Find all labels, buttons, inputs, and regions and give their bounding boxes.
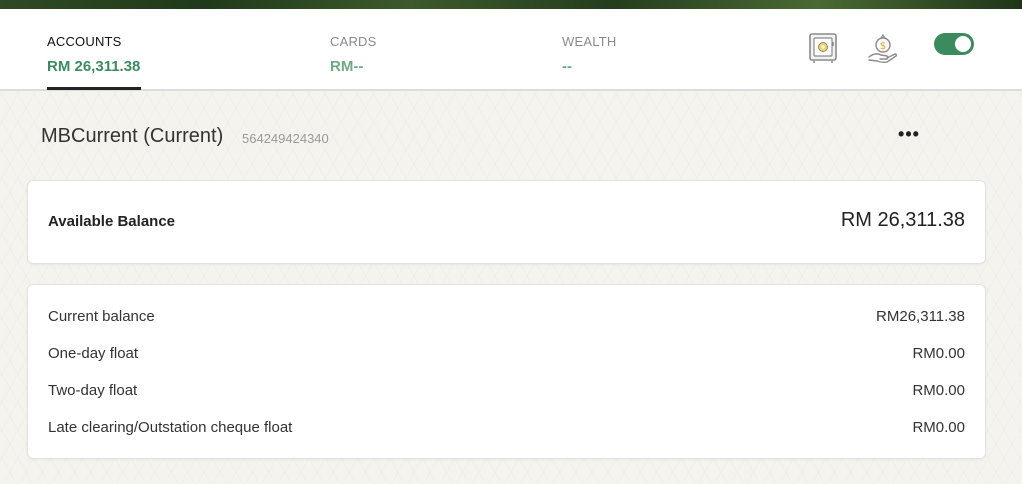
- tab-accounts-label: ACCOUNTS: [47, 34, 122, 49]
- toggle-knob: [955, 36, 971, 52]
- top-navigation-bar: ACCOUNTS RM 26,311.38 CARDS RM-- WEALTH …: [0, 9, 1022, 91]
- detail-row-one-day-float: One-day float RM0.00: [48, 345, 965, 367]
- tab-cards-label: CARDS: [330, 34, 377, 49]
- detail-value: RM0.00: [912, 345, 965, 362]
- more-options-icon[interactable]: •••: [893, 124, 925, 144]
- money-hand-icon[interactable]: $: [866, 31, 900, 65]
- tab-wealth[interactable]: WEALTH --: [562, 9, 682, 89]
- detail-row-current-balance: Current balance RM26,311.38: [48, 308, 965, 330]
- tab-cards[interactable]: CARDS RM--: [330, 9, 450, 89]
- available-balance-card: Available Balance RM 26,311.38: [27, 180, 986, 264]
- detail-label: Current balance: [48, 308, 155, 325]
- header-banner-image: [0, 0, 1022, 9]
- tab-wealth-value: --: [562, 58, 572, 75]
- available-balance-value: RM 26,311.38: [840, 209, 965, 231]
- available-balance-label: Available Balance: [48, 213, 176, 230]
- balance-details-card: Current balance RM26,311.38 One-day floa…: [27, 284, 986, 459]
- detail-row-late-clearing-float: Late clearing/Outstation cheque float RM…: [48, 419, 965, 441]
- toggle-switch[interactable]: [934, 33, 974, 55]
- detail-value: RM0.00: [912, 419, 965, 436]
- detail-label: Two-day float: [48, 382, 138, 399]
- detail-label: One-day float: [48, 345, 139, 362]
- account-number: 564249424340: [242, 131, 329, 146]
- detail-value: RM0.00: [912, 382, 965, 399]
- tab-wealth-label: WEALTH: [562, 34, 617, 49]
- svg-text:$: $: [880, 41, 886, 52]
- detail-label: Late clearing/Outstation cheque float: [48, 419, 293, 436]
- tab-cards-value: RM--: [330, 58, 364, 75]
- tab-accounts[interactable]: ACCOUNTS RM 26,311.38: [47, 9, 141, 90]
- detail-row-two-day-float: Two-day float RM0.00: [48, 382, 965, 404]
- safe-icon[interactable]: [806, 31, 840, 65]
- detail-value: RM26,311.38: [876, 308, 965, 325]
- tab-accounts-value: RM 26,311.38: [47, 58, 141, 75]
- active-tab-underline: [47, 87, 141, 90]
- account-name: MBCurrent (Current): [41, 125, 224, 147]
